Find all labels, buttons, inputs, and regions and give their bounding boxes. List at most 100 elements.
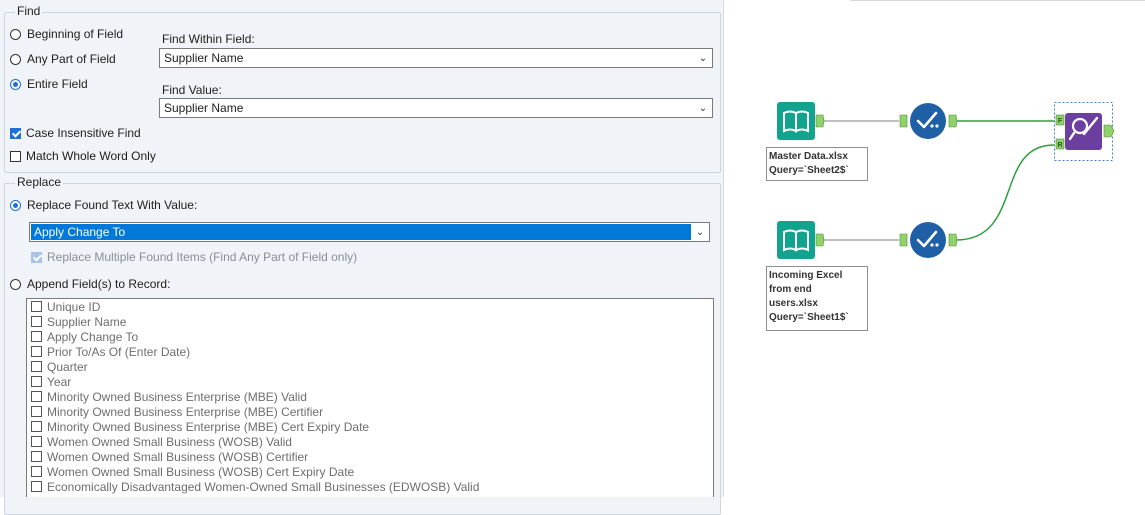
replace-found-text-radio[interactable]: Replace Found Text With Value:: [10, 198, 197, 212]
checkbox-indicator[interactable]: [31, 346, 42, 357]
find-within-field-label: Find Within Field:: [162, 32, 255, 46]
field-list-item[interactable]: Apply Change To: [27, 329, 713, 344]
radio-indicator: [10, 28, 21, 40]
radio-indicator: [10, 278, 21, 290]
field-label: Women Owned Small Business (WOSB) Cert E…: [47, 464, 355, 479]
radio-indicator: [10, 53, 21, 65]
checkbox-indicator: [10, 150, 21, 162]
replace-group-title: Replace: [15, 175, 64, 189]
radio-label: Replace Found Text With Value:: [27, 198, 198, 212]
input-anchor[interactable]: [899, 114, 908, 128]
chevron-down-icon: ⌄: [698, 102, 708, 114]
checkbox-label: Match Whole Word Only: [26, 149, 156, 163]
annotation-line: Query=`Sheet1$`: [769, 312, 849, 323]
replace-value-dropdown[interactable]: Apply Change To ⌄: [29, 222, 710, 242]
find-within-field-dropdown[interactable]: Supplier Name ⌄: [159, 48, 713, 68]
checkbox-label: Case Insensitive Find: [26, 126, 141, 140]
radio-indicator: [10, 78, 21, 90]
case-insensitive-checkbox[interactable]: Case Insensitive Find: [10, 126, 141, 140]
find-value-dropdown[interactable]: Supplier Name ⌄: [159, 98, 713, 118]
field-list-item[interactable]: Women Owned Small Business (WOSB) Certif…: [27, 449, 713, 464]
field-list-item[interactable]: Prior To/As Of (Enter Date): [27, 344, 713, 359]
checkbox-indicator[interactable]: [31, 421, 42, 432]
checkbox-indicator[interactable]: [31, 406, 42, 417]
checkbox-indicator[interactable]: [31, 466, 42, 477]
select-tool-1[interactable]: [899, 103, 958, 139]
replace-anchor-label: R: [1057, 142, 1062, 149]
input-data-tool-2[interactable]: [777, 221, 825, 259]
append-fields-list[interactable]: Unique ID Supplier Name Apply Change To …: [26, 298, 714, 497]
checkbox-indicator[interactable]: [31, 331, 42, 342]
dropdown-value: Supplier Name: [164, 51, 244, 65]
field-list-item[interactable]: Women Owned Small Business (WOSB) Valid: [27, 434, 713, 449]
radio-indicator: [10, 199, 21, 211]
checkbox-indicator[interactable]: [31, 436, 42, 447]
select-tool-2[interactable]: [899, 222, 958, 258]
checkbox-indicator[interactable]: [31, 376, 42, 387]
field-list-item[interactable]: Minority Owned Business Enterprise (MBE)…: [27, 419, 713, 434]
dot-icon: [935, 243, 939, 247]
field-label: Economically Disadvantaged Women-Owned S…: [47, 479, 480, 494]
annotation-line: users.xlsx: [769, 298, 818, 309]
field-label: Supplier Name: [47, 314, 127, 329]
find-replace-tool[interactable]: F R: [1054, 102, 1115, 161]
output-anchor[interactable]: [948, 114, 958, 128]
radio-label: Entire Field: [27, 77, 88, 91]
config-panel: Find Beginning of Field Any Part of Fiel…: [0, 0, 724, 515]
field-label: Minority Owned Business Enterprise (MBE)…: [47, 389, 307, 404]
connector-select2-replace-anchor: [955, 144, 1055, 241]
checkbox-indicator: [31, 251, 42, 263]
field-list-item[interactable]: Women Owned Small Business (WOSB) Cert E…: [27, 464, 713, 479]
radio-label: Beginning of Field: [27, 27, 124, 41]
replace-multiple-checkbox[interactable]: Replace Multiple Found Items (Find Any P…: [31, 250, 357, 264]
field-label: Minority Owned Business Enterprise (MBE)…: [47, 404, 324, 419]
annotation-line: Master Data.xlsx: [769, 151, 848, 162]
checkbox-indicator: [10, 127, 21, 139]
entire-field-radio[interactable]: Entire Field: [10, 77, 88, 91]
checkbox-indicator[interactable]: [31, 316, 42, 327]
radio-label: Append Field(s) to Record:: [27, 277, 171, 291]
workflow-canvas[interactable]: F R Master Data.xlsx Query=`Sheet2$` Inc…: [724, 0, 1145, 497]
checkbox-indicator[interactable]: [31, 391, 42, 402]
field-label: Prior To/As Of (Enter Date): [47, 344, 191, 359]
field-label: Year: [47, 374, 72, 389]
checkbox-indicator[interactable]: [31, 451, 42, 462]
chevron-down-icon: ⌄: [698, 52, 708, 64]
input-anchor[interactable]: [899, 233, 908, 247]
append-fields-radio[interactable]: Append Field(s) to Record:: [10, 277, 170, 291]
checkbox-label: Replace Multiple Found Items (Find Any P…: [47, 250, 358, 264]
annotation-line: from end: [769, 284, 812, 295]
output-anchor[interactable]: [815, 114, 825, 128]
field-label: Women Owned Small Business (WOSB) Valid: [47, 434, 292, 449]
field-list-item[interactable]: Year: [27, 374, 713, 389]
beginning-of-field-radio[interactable]: Beginning of Field: [10, 27, 123, 41]
find-anchor-label: F: [1058, 118, 1063, 125]
dot-icon: [935, 124, 939, 128]
field-list-item[interactable]: Supplier Name: [27, 314, 713, 329]
input1-annotation: Master Data.xlsx Query=`Sheet2$`: [766, 147, 868, 181]
field-label: Women Owned Small Business (WOSB) Certif…: [47, 449, 309, 464]
chevron-down-icon: ⌄: [695, 226, 705, 238]
field-list-item[interactable]: Economically Disadvantaged Women-Owned S…: [27, 479, 713, 494]
find-group-title: Find: [15, 4, 43, 18]
output-anchor[interactable]: [815, 233, 825, 247]
checkbox-indicator[interactable]: [31, 361, 42, 372]
field-list-item[interactable]: Minority Owned Business Enterprise (MBE)…: [27, 389, 713, 404]
match-whole-word-checkbox[interactable]: Match Whole Word Only: [10, 149, 156, 163]
output-anchor[interactable]: [1103, 124, 1115, 138]
field-list-item[interactable]: Unique ID: [27, 299, 713, 314]
workflow-diagram: F R: [777, 0, 1145, 259]
field-label: Minority Owned Business Enterprise (MBE)…: [47, 419, 370, 434]
any-part-of-field-radio[interactable]: Any Part of Field: [10, 52, 116, 66]
output-anchor[interactable]: [948, 233, 958, 247]
checkbox-indicator[interactable]: [31, 301, 42, 312]
radio-label: Any Part of Field: [27, 52, 116, 66]
checkbox-indicator[interactable]: [31, 481, 42, 492]
input-data-tool-1[interactable]: [777, 102, 825, 140]
field-list-item[interactable]: Minority Owned Business Enterprise (MBE)…: [27, 404, 713, 419]
field-label: Quarter: [47, 359, 88, 374]
annotation-line: Incoming Excel: [769, 270, 843, 281]
field-list-item[interactable]: Quarter: [27, 359, 713, 374]
dot-icon: [930, 124, 934, 128]
dropdown-value: Supplier Name: [164, 101, 244, 115]
